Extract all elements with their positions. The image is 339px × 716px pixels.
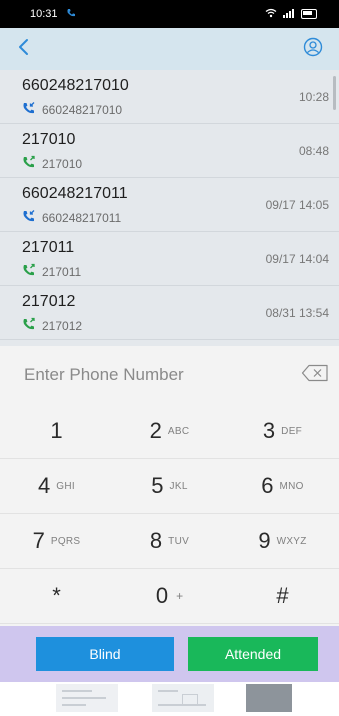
call-number: 660248217011 — [42, 210, 122, 225]
phone-number-input[interactable] — [22, 354, 276, 396]
scrollbar-thumb[interactable] — [333, 76, 336, 110]
key-digit: 0 — [155, 583, 169, 608]
call-time: 09/17 14:04 — [265, 252, 329, 266]
keypad-row: 7 PQRS 8 TUV 9 WXYZ — [0, 514, 339, 569]
back-button[interactable] — [12, 37, 36, 61]
call-row[interactable]: 217012 217012 08/31 13:54 — [0, 286, 339, 340]
key-9[interactable]: 9 WXYZ — [226, 514, 339, 568]
key-letters: + — [176, 589, 184, 603]
incoming-call-icon — [22, 209, 36, 226]
incoming-call-icon — [22, 101, 36, 118]
key-letters: DEF — [281, 425, 303, 437]
key-digit: 4 — [38, 473, 51, 498]
key-digit: 3 — [262, 418, 276, 443]
backspace-button[interactable] — [299, 364, 331, 386]
key-letters: GHI — [56, 480, 75, 492]
header — [0, 28, 339, 70]
key-digit: * — [52, 583, 61, 608]
call-number: 217012 — [42, 318, 83, 333]
call-sub: 660248217011 — [22, 209, 121, 226]
transfer-bar: Blind Attended — [0, 626, 339, 682]
profile-button[interactable] — [301, 37, 325, 61]
call-name: 217011 — [22, 239, 75, 256]
key-digit: 9 — [258, 528, 271, 553]
keypad-row: * 0 + # — [0, 569, 339, 624]
call-history-list[interactable]: 660248217010 660248217010 10:28 217010 2… — [0, 70, 339, 346]
key-3[interactable]: 3 DEF — [226, 404, 339, 458]
key-digit: 7 — [32, 528, 45, 553]
call-name: 660248217010 — [22, 77, 129, 94]
chevron-left-icon — [17, 38, 31, 61]
key-4[interactable]: 4 GHI — [0, 459, 113, 513]
key-0[interactable]: 0 + — [113, 569, 226, 623]
battery-icon — [301, 9, 317, 19]
backspace-icon — [301, 364, 329, 387]
person-circle-icon — [303, 37, 323, 62]
phone-screen: 10:31 660248217010 660248217010 10:28 21… — [0, 0, 339, 716]
key-digit: 6 — [261, 473, 274, 498]
call-row[interactable]: 217011 217011 09/17 14:04 — [0, 232, 339, 286]
key-8[interactable]: 8 TUV — [113, 514, 226, 568]
key-hash[interactable]: # — [226, 569, 339, 623]
phone-number-bar — [0, 346, 339, 405]
status-icons — [265, 8, 317, 21]
call-number: 660248217010 — [42, 102, 123, 117]
call-sub: 217011 — [22, 263, 81, 280]
status-time: 10:31 — [30, 8, 58, 20]
key-letters: PQRS — [50, 535, 81, 547]
app-thumbnail[interactable] — [56, 684, 118, 712]
key-2[interactable]: 2 ABC — [113, 404, 226, 458]
wifi-icon — [265, 8, 277, 21]
key-star[interactable]: * — [0, 569, 113, 623]
outgoing-call-icon — [22, 317, 36, 334]
call-name: 217012 — [22, 293, 76, 310]
call-sub: 217010 — [22, 155, 82, 172]
key-letters: JKL — [169, 480, 188, 492]
key-digit: # — [276, 583, 289, 608]
signal-icon — [282, 8, 296, 21]
key-letters: TUV — [168, 535, 190, 547]
blind-transfer-button[interactable]: Blind — [36, 637, 174, 671]
call-time: 08:48 — [298, 144, 329, 158]
key-letters: ABC — [167, 425, 190, 437]
outgoing-call-icon — [22, 263, 36, 280]
dial-keypad: 1 2 ABC 3 DEF 4 GHI 5 JKL 6 MNO 7 PQRS 8… — [0, 404, 339, 626]
attended-transfer-button[interactable]: Attended — [188, 637, 318, 671]
app-thumbnail[interactable] — [246, 684, 292, 712]
call-number: 217011 — [42, 264, 82, 279]
status-bar: 10:31 — [0, 0, 339, 28]
key-5[interactable]: 5 JKL — [113, 459, 226, 513]
outgoing-call-icon — [22, 155, 36, 172]
key-digit: 2 — [149, 418, 162, 443]
call-sub: 660248217010 — [22, 101, 122, 118]
app-thumbnail[interactable] — [152, 684, 214, 712]
key-letters: WXYZ — [276, 535, 307, 547]
key-digit: 5 — [151, 473, 164, 498]
call-name: 660248217011 — [22, 185, 128, 202]
call-row[interactable]: 660248217011 660248217011 09/17 14:05 — [0, 178, 339, 232]
call-time: 08/31 13:54 — [265, 306, 329, 320]
keypad-row: 1 2 ABC 3 DEF — [0, 404, 339, 459]
key-6[interactable]: 6 MNO — [226, 459, 339, 513]
call-row[interactable]: 217010 217010 08:48 — [0, 124, 339, 178]
key-letters: MNO — [279, 480, 304, 492]
call-number: 217010 — [42, 156, 83, 171]
call-row[interactable]: 660248217010 660248217010 10:28 — [0, 70, 339, 124]
recent-apps-strip — [0, 682, 339, 716]
key-1[interactable]: 1 — [0, 404, 113, 458]
phone-notification-icon — [66, 8, 76, 21]
call-time: 10:28 — [298, 90, 329, 104]
call-sub: 217012 — [22, 317, 82, 334]
call-time: 09/17 14:05 — [265, 198, 329, 212]
call-name: 217010 — [22, 131, 76, 148]
key-7[interactable]: 7 PQRS — [0, 514, 113, 568]
keypad-row: 4 GHI 5 JKL 6 MNO — [0, 459, 339, 514]
key-digit: 8 — [149, 528, 163, 553]
key-digit: 1 — [50, 418, 63, 443]
